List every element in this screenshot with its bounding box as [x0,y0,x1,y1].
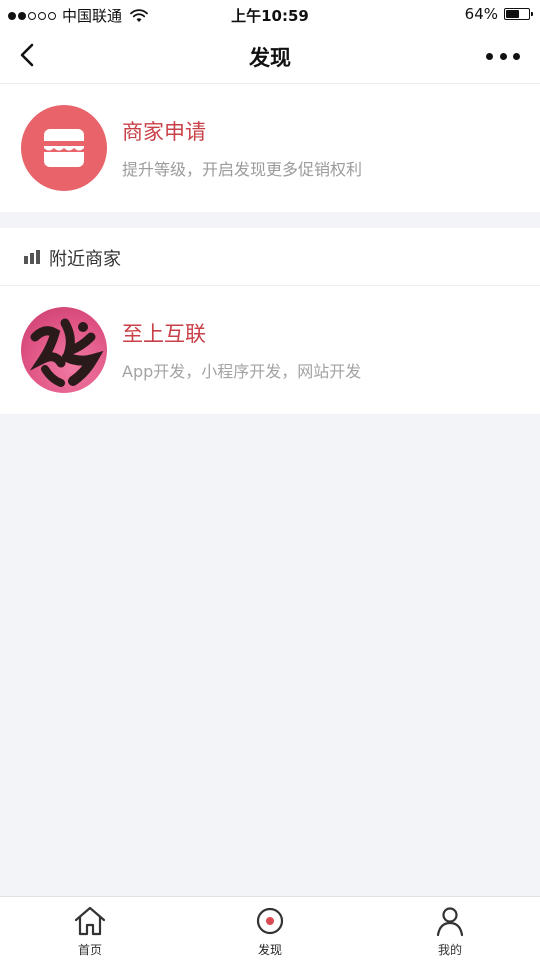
apply-title: 商家申请 [122,120,206,144]
tab-discover-label: 发现 [257,943,282,957]
tab-discover[interactable]: 发现 [180,897,360,960]
discover-icon [256,907,284,935]
nearby-section-header: 附近商家 [0,228,540,286]
merchant-apply-card[interactable]: 商家申请 提升等级，开启发现更多促销权利 [0,84,540,212]
status-time: 上午10:59 [231,7,309,25]
more-dots-icon[interactable] [486,44,520,68]
tab-home-label: 首页 [77,943,102,957]
merchant-list-item[interactable]: 至上互联 App开发，小程序开发，网站开发 [0,286,540,414]
user-icon [436,907,464,937]
tab-profile[interactable]: 我的 [360,897,540,960]
store-icon [21,105,107,191]
tab-home[interactable]: 首页 [0,897,180,960]
section-title: 附近商家 [49,249,121,270]
merchant-name: 至上互联 [122,322,206,346]
status-right: 64% [464,5,533,23]
battery-fill [506,10,519,18]
tab-bar: 首页 发现 我的 [0,896,540,960]
page-title: 发现 [249,46,291,70]
apply-subtitle: 提升等级，开启发现更多促销权利 [122,160,363,179]
battery-icon [504,8,533,20]
bar-chart-icon [24,250,40,264]
battery-percent: 64% [464,5,498,23]
home-icon [74,906,106,936]
discover-page: 中国联通 上午10:59 64% 发现 商家申请 提升等级，开启发现更多促销权利… [0,0,540,960]
merchant-description: App开发，小程序开发，网站开发 [122,362,362,381]
tab-profile-label: 我的 [437,943,462,957]
merchant-avatar [21,307,107,393]
nav-bar: 发现 [0,28,540,84]
status-bar: 中国联通 上午10:59 64% [0,0,540,28]
